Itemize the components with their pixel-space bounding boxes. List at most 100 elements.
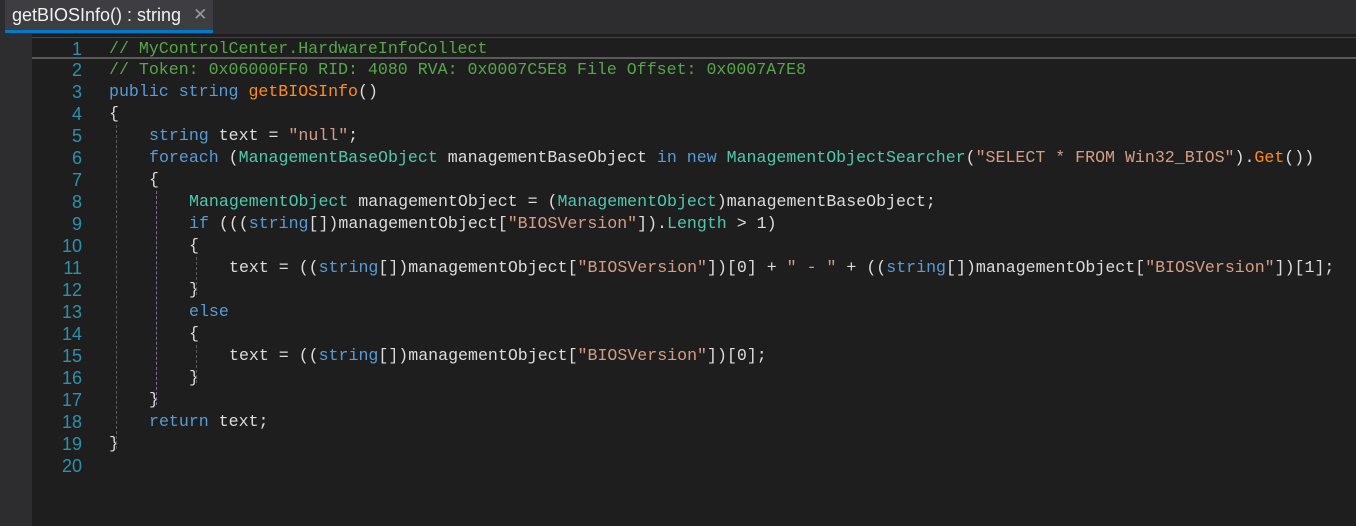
line-number: 9 xyxy=(71,214,82,234)
code-text: } xyxy=(149,389,159,411)
code-token: text = xyxy=(208,126,289,145)
code-token: } xyxy=(189,368,199,387)
code-token: text = (( xyxy=(229,258,319,277)
line-number: 17 xyxy=(61,390,82,410)
code-line[interactable]: 3 public string getBIOSInfo() xyxy=(32,81,1356,103)
code-text: } xyxy=(189,279,199,301)
code-text: } xyxy=(189,367,199,389)
code-line[interactable]: 15 text = ((string[])managementObject["BI… xyxy=(32,345,1356,367)
code-line[interactable]: 9 if (((string[])managementObject["BIOSVe… xyxy=(32,213,1356,235)
indent-guide xyxy=(116,125,117,449)
code-token: text; xyxy=(208,412,269,431)
code-token: } xyxy=(109,434,119,453)
code-token: string xyxy=(149,126,209,145)
code-token: ])[0] + xyxy=(707,258,787,277)
code-token: string xyxy=(248,214,309,233)
code-token: " - " xyxy=(786,258,837,277)
tab-bar: getBIOSInfo() : string ✕ xyxy=(0,0,1356,34)
code-token: [])managementObject[ xyxy=(378,346,578,365)
code-line[interactable]: 2 // Token: 0x06000FF0 RID: 4080 RVA: 0x0… xyxy=(32,59,1356,81)
line-number: 12 xyxy=(61,280,82,300)
line-number: 1 xyxy=(71,39,82,59)
line-number: 20 xyxy=(61,456,82,476)
code-editor[interactable]: 1// MyControlCenter.HardwareInfoCollect 2… xyxy=(32,34,1356,526)
code-token: foreach xyxy=(149,148,219,167)
code-token: { xyxy=(189,324,199,343)
line-number: 5 xyxy=(71,126,82,146)
code-token: text = (( xyxy=(229,346,319,365)
line-number: 19 xyxy=(61,434,82,454)
code-line[interactable]: 4{ xyxy=(32,103,1356,125)
code-token: } xyxy=(149,390,159,409)
code-line[interactable]: 10 { xyxy=(32,235,1356,257)
line-number: 3 xyxy=(71,82,82,102)
code-token: "BIOSVersion" xyxy=(577,346,707,365)
code-token: ( xyxy=(218,148,239,167)
code-token: return xyxy=(149,412,209,431)
line-number: 13 xyxy=(61,302,82,322)
code-token: // Token: 0x06000FF0 RID: 4080 RVA: 0x00… xyxy=(109,60,807,79)
code-line[interactable]: 13 else xyxy=(32,301,1356,323)
code-text: foreach (ManagementBaseObject management… xyxy=(149,147,1314,169)
code-token: ; xyxy=(348,126,359,145)
code-token: "BIOSVersion" xyxy=(1145,258,1275,277)
code-token: [])managementObject[ xyxy=(378,258,578,277)
code-line[interactable]: 17} xyxy=(32,389,1356,411)
code-line[interactable]: 19} xyxy=(32,433,1356,455)
code-token: [])managementObject[ xyxy=(308,214,508,233)
code-line[interactable]: 8 ManagementObject managementObject = (Ma… xyxy=(32,191,1356,213)
code-token: ])[1]; xyxy=(1274,258,1335,277)
close-icon[interactable]: ✕ xyxy=(193,5,207,25)
line-number: 7 xyxy=(71,170,82,190)
indent-guide xyxy=(156,191,157,405)
code-text: text = ((string[])managementObject["BIOS… xyxy=(229,257,1334,279)
code-line[interactable]: 1 // MyControlCenter.HardwareInfoCollect xyxy=(32,37,1356,59)
code-text: return text; xyxy=(149,411,269,433)
code-token: () xyxy=(357,82,378,101)
line-number: 18 xyxy=(61,412,82,432)
code-line[interactable]: 12} xyxy=(32,279,1356,301)
code-token: string xyxy=(318,258,379,277)
line-number: 11 xyxy=(63,258,82,278)
line-number: 2 xyxy=(71,60,82,80)
code-token: public xyxy=(109,82,169,101)
code-text: } xyxy=(109,433,119,455)
code-text: else xyxy=(189,301,229,323)
code-token: { xyxy=(149,170,159,189)
code-line[interactable]: 6 foreach (ManagementBaseObject managemen… xyxy=(32,147,1356,169)
code-line[interactable]: 14 { xyxy=(32,323,1356,345)
code-token: "SELECT * FROM Win32_BIOS" xyxy=(975,148,1235,167)
code-line[interactable]: 11 text = ((string[])managementObject["BI… xyxy=(32,257,1356,279)
code-token: // MyControlCenter.HardwareInfoCollect xyxy=(109,39,488,58)
code-token: } xyxy=(189,280,199,299)
code-line[interactable]: 7{ xyxy=(32,169,1356,191)
code-token: Get xyxy=(1254,148,1285,167)
code-line[interactable]: 5 string text = "null"; xyxy=(32,125,1356,147)
line-number: 6 xyxy=(71,148,82,168)
code-token: if xyxy=(189,214,209,233)
code-token: ManagementBaseObject xyxy=(238,148,438,167)
line-number: 8 xyxy=(71,192,82,212)
code-token: ManagementObject xyxy=(189,192,349,211)
code-token: "BIOSVersion" xyxy=(577,258,707,277)
indent-guide xyxy=(196,345,197,383)
code-text: // MyControlCenter.HardwareInfoCollect xyxy=(109,38,487,60)
code-text: { xyxy=(109,103,119,125)
code-token: ()) xyxy=(1284,148,1315,167)
code-token: + (( xyxy=(836,258,887,277)
code-text: ManagementObject managementObject = (Man… xyxy=(189,191,936,213)
code-token: ManagementObjectSearcher xyxy=(726,148,966,167)
code-token: ). xyxy=(1234,148,1255,167)
code-token: > 1) xyxy=(726,214,777,233)
code-token: [])managementObject[ xyxy=(946,258,1146,277)
code-line[interactable]: 20 xyxy=(32,455,1356,477)
code-token: )managementBaseObject; xyxy=(716,192,936,211)
code-token: string xyxy=(886,258,947,277)
document-tab[interactable]: getBIOSInfo() : string ✕ xyxy=(5,0,214,33)
code-line[interactable]: 16} xyxy=(32,367,1356,389)
code-token: ]). xyxy=(637,214,668,233)
code-line[interactable]: 18 return text; xyxy=(32,411,1356,433)
